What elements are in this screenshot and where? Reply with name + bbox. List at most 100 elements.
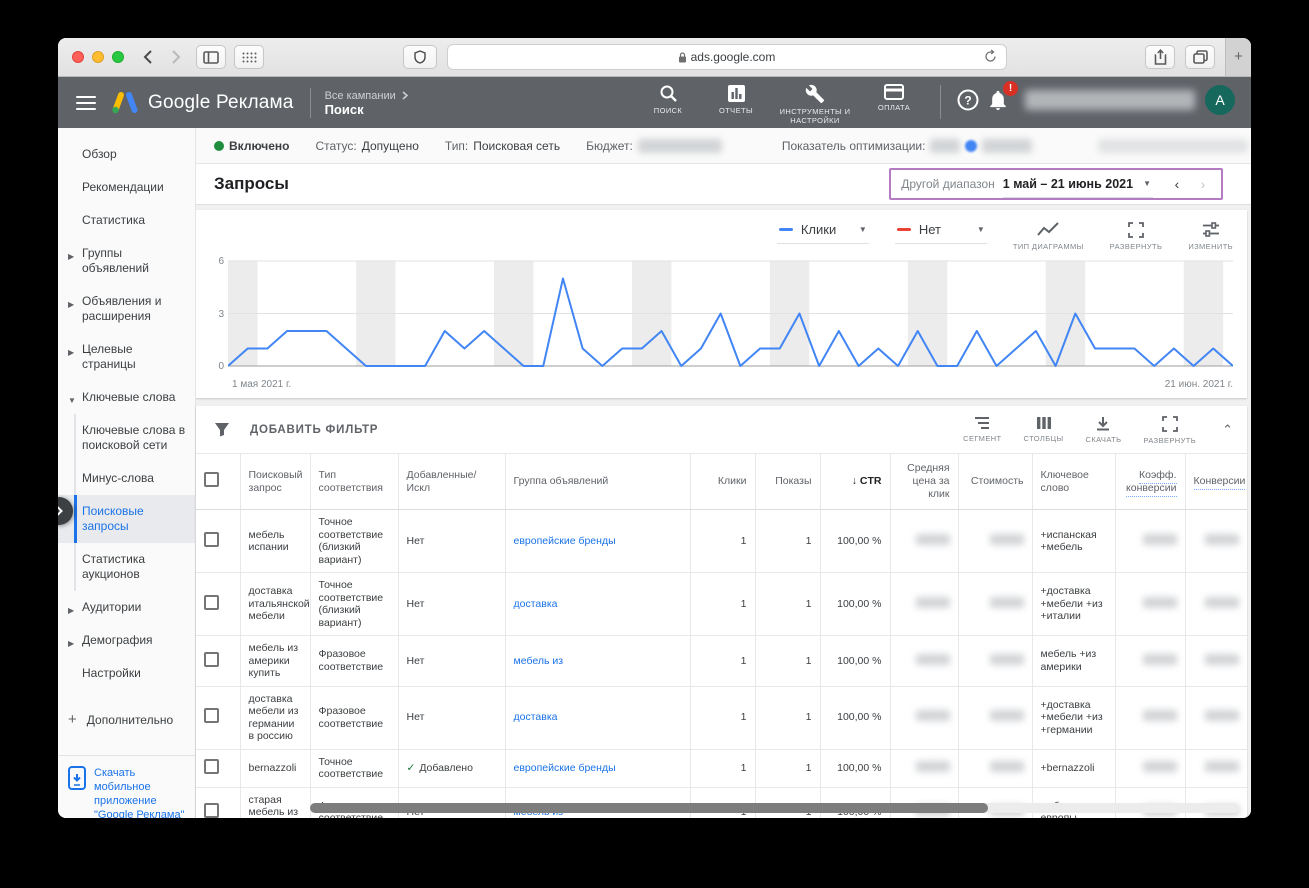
clicks-line-chart[interactable] (228, 258, 1233, 376)
notification-badge: ! (1003, 80, 1018, 96)
keyword-cell: +доставка +мебели +из +германии (1032, 686, 1116, 750)
ad-group-link[interactable]: доставка (514, 711, 558, 723)
header-nav-tools[interactable]: ИНСТРУМЕНТЫ И НАСТРОЙКИ (772, 81, 858, 125)
avatar[interactable]: A (1205, 84, 1235, 115)
scrollbar-thumb[interactable] (310, 803, 989, 813)
column-header-cost[interactable]: Стоимость (958, 454, 1033, 510)
segment-button[interactable]: СЕГМЕНТ (963, 414, 1001, 443)
ad-group-link[interactable]: мебель из (514, 655, 564, 667)
sidebar-item-аудитории[interactable]: ▶ Аудитории (58, 591, 195, 624)
menu-icon[interactable] (76, 95, 96, 110)
zoom-window-button[interactable] (112, 51, 124, 63)
sidebar-item-группы-объявлений[interactable]: ▶ Группы объявлений (58, 237, 195, 285)
tabs-button[interactable] (1185, 45, 1215, 69)
metric-selector-primary[interactable]: Клики ▼ (776, 220, 869, 244)
sidebar-item-демография[interactable]: ▶ Демография (58, 624, 195, 657)
download-icon (1097, 417, 1110, 431)
breadcrumb-all-campaigns[interactable]: Все кампании (325, 89, 396, 103)
select-all-checkbox[interactable] (204, 472, 219, 487)
notifications-button[interactable]: ! (985, 80, 1018, 113)
header-nav-billing[interactable]: ОПЛАТА (862, 81, 926, 112)
sidebar-item-рекомендации[interactable]: Рекомендации (58, 171, 195, 204)
minimize-window-button[interactable] (92, 51, 104, 63)
row-checkbox[interactable] (204, 594, 219, 610)
ads-logo-icon (112, 91, 138, 113)
checkbox-cell (196, 635, 241, 687)
back-icon[interactable] (142, 49, 153, 65)
column-header-conversions[interactable]: Конверсии (1185, 454, 1247, 510)
sidebar-item-статистика-аукционов[interactable]: Статистика аукционов (58, 543, 195, 591)
sidebar-item-поисковые-запросы[interactable]: Поисковые запросы (58, 495, 195, 543)
sidebar-item-label: Ключевые слова (82, 390, 176, 404)
mobile-app-promo[interactable]: Скачать мобильное приложение "Google Рек… (58, 755, 195, 818)
sidebar-item-ключевые-слова[interactable]: ▼ Ключевые слова (58, 381, 195, 414)
collapse-chart-button[interactable]: ⌃ (1222, 422, 1233, 438)
columns-button[interactable]: СТОЛБЦЫ (1024, 414, 1064, 443)
date-range-value[interactable]: 1 май – 21 июнь 2021 ▼ (1002, 171, 1153, 198)
address-bar[interactable]: ads.google.com (446, 44, 1007, 70)
row-checkbox[interactable] (204, 651, 219, 667)
ad-group-link[interactable]: европейские бренды (514, 535, 616, 547)
campaign-enabled[interactable]: Включено (229, 139, 289, 153)
sidebar-item-label: Ключевые слова в поисковой сети (82, 423, 186, 452)
conv_rate-cell-redacted (1115, 572, 1186, 636)
sidebar-item-статистика[interactable]: Статистика (58, 204, 195, 237)
ad-group-link[interactable]: доставка (514, 598, 558, 610)
row-checkbox[interactable] (204, 708, 219, 724)
header-nav-reports[interactable]: ОТЧЕТЫ (704, 81, 768, 115)
horizontal-scrollbar[interactable] (310, 803, 1239, 813)
chart-expand-button[interactable]: РАЗВЕРНУТЬ (1110, 220, 1163, 251)
column-header-clicks[interactable]: Клики (690, 454, 756, 510)
tab-overview-grid-button[interactable] (234, 45, 264, 69)
column-header-group[interactable]: Группа объявлений (505, 454, 691, 510)
breadcrumb-current[interactable]: Поиск (325, 102, 408, 117)
column-header-ctr[interactable]: ↓ CTR (820, 454, 891, 510)
column-header-checkbox[interactable] (196, 454, 241, 510)
sidebar-toggle-button[interactable] (196, 45, 226, 69)
column-header-match[interactable]: Тип соответствия (310, 454, 399, 510)
column-header-impressions[interactable]: Показы (755, 454, 821, 510)
sidebar-item-целевые-страницы[interactable]: ▶ Целевые страницы (58, 333, 195, 381)
impressions-cell: 1 (755, 572, 821, 636)
forward-icon[interactable] (171, 49, 182, 65)
sidebar-item-минус-слова[interactable]: Минус-слова (58, 462, 195, 495)
sidebar-item-объявления-и-расширения[interactable]: ▶ Объявления и расширения (58, 285, 195, 333)
column-header-added[interactable]: Добавленные/Искл (398, 454, 506, 510)
row-checkbox[interactable] (204, 531, 219, 547)
previous-range-button[interactable]: ‹ (1165, 172, 1189, 196)
date-range-picker[interactable]: Другой диапазон 1 май – 21 июнь 2021 ▼ ‹… (889, 168, 1223, 200)
share-button[interactable] (1145, 45, 1175, 69)
sidebar-item-label: Объявления и расширения (82, 294, 162, 323)
add-filter-button[interactable]: ДОБАВИТЬ ФИЛЬТР (214, 422, 378, 437)
metric-primary-label: Клики (800, 222, 837, 237)
google-ads-logo[interactable]: Google Реклама (112, 91, 294, 115)
added-status-cell: Нет (398, 572, 506, 636)
table-expand-button[interactable]: РАЗВЕРНУТЬ (1143, 414, 1196, 445)
download-button[interactable]: СКАЧАТЬ (1086, 414, 1122, 444)
next-range-button[interactable]: › (1191, 172, 1215, 196)
sidebar-item-обзор[interactable]: Обзор (58, 138, 195, 171)
row-checkbox[interactable] (204, 758, 219, 774)
help-button[interactable]: ? (955, 87, 981, 113)
ad-group-link[interactable]: европейские бренды (514, 762, 616, 774)
chart-edit-button[interactable]: ИЗМЕНИТЬ (1188, 220, 1233, 251)
row-checkbox[interactable] (204, 803, 219, 818)
new-tab-button[interactable]: + (1225, 38, 1251, 76)
metric-selector-secondary[interactable]: Нет ▼ (894, 220, 987, 244)
column-header-query[interactable]: Поисковый запрос (240, 454, 311, 510)
sidebar-item-ключевые-слова-в-поисковой-сети[interactable]: Ключевые слова в поисковой сети (58, 414, 195, 462)
keyword-cell: +bernazzoli (1032, 749, 1116, 788)
chart-type-label: ТИП ДИАГРАММЫ (1012, 242, 1084, 251)
sidebar-item-настройки[interactable]: Настройки (58, 657, 195, 690)
match-type-cell: Фразовое соответствие (310, 635, 399, 687)
chart-type-button[interactable]: ТИП ДИАГРАММЫ (1013, 220, 1084, 251)
column-header-conv_rate[interactable]: Коэфф. конверсии (1115, 454, 1186, 510)
header-nav-search[interactable]: ПОИСК (636, 81, 700, 115)
column-header-keyword[interactable]: Ключевое слово (1032, 454, 1116, 510)
sidebar-item-more[interactable]: + Дополнительно (58, 702, 195, 737)
column-header-cpc[interactable]: Средняя цена за клик (890, 454, 959, 510)
reload-icon[interactable] (983, 49, 998, 64)
privacy-shield-button[interactable] (402, 45, 437, 69)
close-window-button[interactable] (72, 51, 84, 63)
table-toolbar: ДОБАВИТЬ ФИЛЬТР СЕГМЕНТ СТОЛБЦЫ СКАЧАТЬ … (196, 406, 1247, 454)
